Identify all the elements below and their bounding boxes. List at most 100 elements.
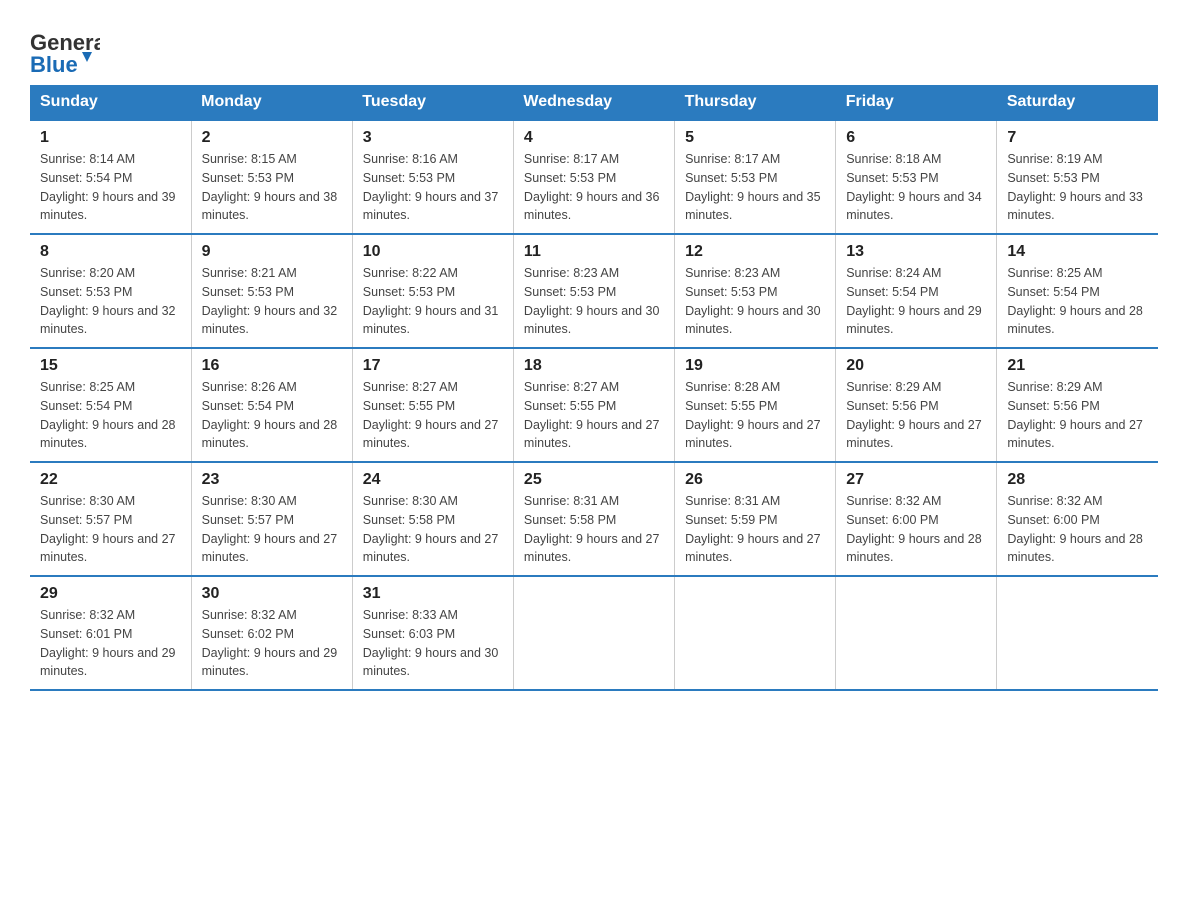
day-info: Sunrise: 8:31 AMSunset: 5:59 PMDaylight:… [685, 492, 825, 567]
calendar-cell: 7Sunrise: 8:19 AMSunset: 5:53 PMDaylight… [997, 120, 1158, 234]
day-number: 29 [40, 585, 181, 603]
calendar-cell: 5Sunrise: 8:17 AMSunset: 5:53 PMDaylight… [675, 120, 836, 234]
calendar-week-row: 1 Sunrise: 8:14 AMSunset: 5:54 PMDaylight… [30, 120, 1158, 234]
day-number: 6 [846, 129, 986, 147]
day-number: 30 [202, 585, 342, 603]
day-number: 15 [40, 357, 181, 375]
day-info: Sunrise: 8:26 AMSunset: 5:54 PMDaylight:… [202, 378, 342, 453]
day-info: Sunrise: 8:23 AMSunset: 5:53 PMDaylight:… [524, 264, 664, 339]
day-info: Sunrise: 8:25 AMSunset: 5:54 PMDaylight:… [40, 378, 181, 453]
day-number: 2 [202, 129, 342, 147]
calendar-cell: 19 Sunrise: 8:28 AMSunset: 5:55 PMDayligh… [675, 348, 836, 462]
day-number: 28 [1007, 471, 1148, 489]
day-info: Sunrise: 8:32 AMSunset: 6:01 PMDaylight:… [40, 606, 181, 681]
day-header-saturday: Saturday [997, 85, 1158, 120]
day-info: Sunrise: 8:22 AMSunset: 5:53 PMDaylight:… [363, 264, 503, 339]
page-header: General Blue [30, 20, 1158, 75]
day-info: Sunrise: 8:29 AMSunset: 5:56 PMDaylight:… [1007, 378, 1148, 453]
svg-text:Blue: Blue [30, 52, 78, 75]
day-info: Sunrise: 8:29 AMSunset: 5:56 PMDaylight:… [846, 378, 986, 453]
day-number: 16 [202, 357, 342, 375]
day-number: 11 [524, 243, 664, 261]
day-info: Sunrise: 8:28 AMSunset: 5:55 PMDaylight:… [685, 378, 825, 453]
calendar-cell: 4 Sunrise: 8:17 AMSunset: 5:53 PMDaylight… [513, 120, 674, 234]
day-info: Sunrise: 8:25 AMSunset: 5:54 PMDaylight:… [1007, 264, 1148, 339]
day-number: 23 [202, 471, 342, 489]
day-info: Sunrise: 8:15 AMSunset: 5:53 PMDaylight:… [202, 150, 342, 225]
day-number: 12 [685, 243, 825, 261]
calendar-cell: 30 Sunrise: 8:32 AMSunset: 6:02 PMDayligh… [191, 576, 352, 690]
day-info: Sunrise: 8:21 AMSunset: 5:53 PMDaylight:… [202, 264, 342, 339]
day-info: Sunrise: 8:20 AMSunset: 5:53 PMDaylight:… [40, 264, 181, 339]
day-number: 24 [363, 471, 503, 489]
day-number: 21 [1007, 357, 1148, 375]
day-info: Sunrise: 8:24 AMSunset: 5:54 PMDaylight:… [846, 264, 986, 339]
calendar-header-row: SundayMondayTuesdayWednesdayThursdayFrid… [30, 85, 1158, 120]
calendar-cell: 29 Sunrise: 8:32 AMSunset: 6:01 PMDayligh… [30, 576, 191, 690]
day-number: 3 [363, 129, 503, 147]
logo: General Blue [30, 20, 100, 75]
day-number: 26 [685, 471, 825, 489]
calendar-cell: 16 Sunrise: 8:26 AMSunset: 5:54 PMDayligh… [191, 348, 352, 462]
day-number: 17 [363, 357, 503, 375]
day-info: Sunrise: 8:27 AMSunset: 5:55 PMDaylight:… [363, 378, 503, 453]
calendar-cell: 23 Sunrise: 8:30 AMSunset: 5:57 PMDayligh… [191, 462, 352, 576]
calendar-cell: 8 Sunrise: 8:20 AMSunset: 5:53 PMDaylight… [30, 234, 191, 348]
day-header-thursday: Thursday [675, 85, 836, 120]
calendar-table: SundayMondayTuesdayWednesdayThursdayFrid… [30, 85, 1158, 691]
day-number: 10 [363, 243, 503, 261]
calendar-cell: 3 Sunrise: 8:16 AMSunset: 5:53 PMDaylight… [352, 120, 513, 234]
calendar-cell: 28 Sunrise: 8:32 AMSunset: 6:00 PMDayligh… [997, 462, 1158, 576]
day-number: 22 [40, 471, 181, 489]
day-info: Sunrise: 8:32 AMSunset: 6:00 PMDaylight:… [1007, 492, 1148, 567]
day-number: 27 [846, 471, 986, 489]
calendar-cell: 12 Sunrise: 8:23 AMSunset: 5:53 PMDayligh… [675, 234, 836, 348]
calendar-cell: 17 Sunrise: 8:27 AMSunset: 5:55 PMDayligh… [352, 348, 513, 462]
day-number: 8 [40, 243, 181, 261]
calendar-cell: 18 Sunrise: 8:27 AMSunset: 5:55 PMDayligh… [513, 348, 674, 462]
day-info: Sunrise: 8:33 AMSunset: 6:03 PMDaylight:… [363, 606, 503, 681]
calendar-cell: 20 Sunrise: 8:29 AMSunset: 5:56 PMDayligh… [836, 348, 997, 462]
day-number: 1 [40, 129, 181, 147]
calendar-week-row: 15 Sunrise: 8:25 AMSunset: 5:54 PMDayligh… [30, 348, 1158, 462]
day-info: Sunrise: 8:30 AMSunset: 5:57 PMDaylight:… [202, 492, 342, 567]
calendar-cell: 26 Sunrise: 8:31 AMSunset: 5:59 PMDayligh… [675, 462, 836, 576]
day-header-sunday: Sunday [30, 85, 191, 120]
calendar-cell [675, 576, 836, 690]
day-number: 31 [363, 585, 503, 603]
day-info: Sunrise: 8:18 AMSunset: 5:53 PMDaylight:… [846, 150, 986, 225]
day-header-wednesday: Wednesday [513, 85, 674, 120]
day-info: Sunrise: 8:19 AMSunset: 5:53 PMDaylight:… [1007, 150, 1148, 225]
day-info: Sunrise: 8:17 AMSunset: 5:53 PMDaylight:… [685, 150, 825, 225]
day-number: 18 [524, 357, 664, 375]
day-header-tuesday: Tuesday [352, 85, 513, 120]
logo-icon: General Blue [30, 20, 100, 75]
day-number: 20 [846, 357, 986, 375]
calendar-cell: 24Sunrise: 8:30 AMSunset: 5:58 PMDayligh… [352, 462, 513, 576]
day-number: 19 [685, 357, 825, 375]
day-info: Sunrise: 8:30 AMSunset: 5:57 PMDaylight:… [40, 492, 181, 567]
day-info: Sunrise: 8:32 AMSunset: 6:02 PMDaylight:… [202, 606, 342, 681]
calendar-cell: 1 Sunrise: 8:14 AMSunset: 5:54 PMDaylight… [30, 120, 191, 234]
calendar-cell: 6 Sunrise: 8:18 AMSunset: 5:53 PMDaylight… [836, 120, 997, 234]
calendar-week-row: 22 Sunrise: 8:30 AMSunset: 5:57 PMDayligh… [30, 462, 1158, 576]
day-info: Sunrise: 8:27 AMSunset: 5:55 PMDaylight:… [524, 378, 664, 453]
day-info: Sunrise: 8:17 AMSunset: 5:53 PMDaylight:… [524, 150, 664, 225]
calendar-week-row: 29 Sunrise: 8:32 AMSunset: 6:01 PMDayligh… [30, 576, 1158, 690]
day-info: Sunrise: 8:23 AMSunset: 5:53 PMDaylight:… [685, 264, 825, 339]
day-info: Sunrise: 8:16 AMSunset: 5:53 PMDaylight:… [363, 150, 503, 225]
calendar-cell: 31 Sunrise: 8:33 AMSunset: 6:03 PMDayligh… [352, 576, 513, 690]
day-number: 13 [846, 243, 986, 261]
day-number: 4 [524, 129, 664, 147]
calendar-cell: 13 Sunrise: 8:24 AMSunset: 5:54 PMDayligh… [836, 234, 997, 348]
day-number: 9 [202, 243, 342, 261]
day-info: Sunrise: 8:32 AMSunset: 6:00 PMDaylight:… [846, 492, 986, 567]
calendar-cell: 27 Sunrise: 8:32 AMSunset: 6:00 PMDayligh… [836, 462, 997, 576]
calendar-body: 1 Sunrise: 8:14 AMSunset: 5:54 PMDaylight… [30, 120, 1158, 690]
calendar-cell: 10 Sunrise: 8:22 AMSunset: 5:53 PMDayligh… [352, 234, 513, 348]
calendar-cell: 14Sunrise: 8:25 AMSunset: 5:54 PMDayligh… [997, 234, 1158, 348]
calendar-cell: 2 Sunrise: 8:15 AMSunset: 5:53 PMDaylight… [191, 120, 352, 234]
calendar-cell [513, 576, 674, 690]
day-info: Sunrise: 8:14 AMSunset: 5:54 PMDaylight:… [40, 150, 181, 225]
calendar-week-row: 8 Sunrise: 8:20 AMSunset: 5:53 PMDaylight… [30, 234, 1158, 348]
